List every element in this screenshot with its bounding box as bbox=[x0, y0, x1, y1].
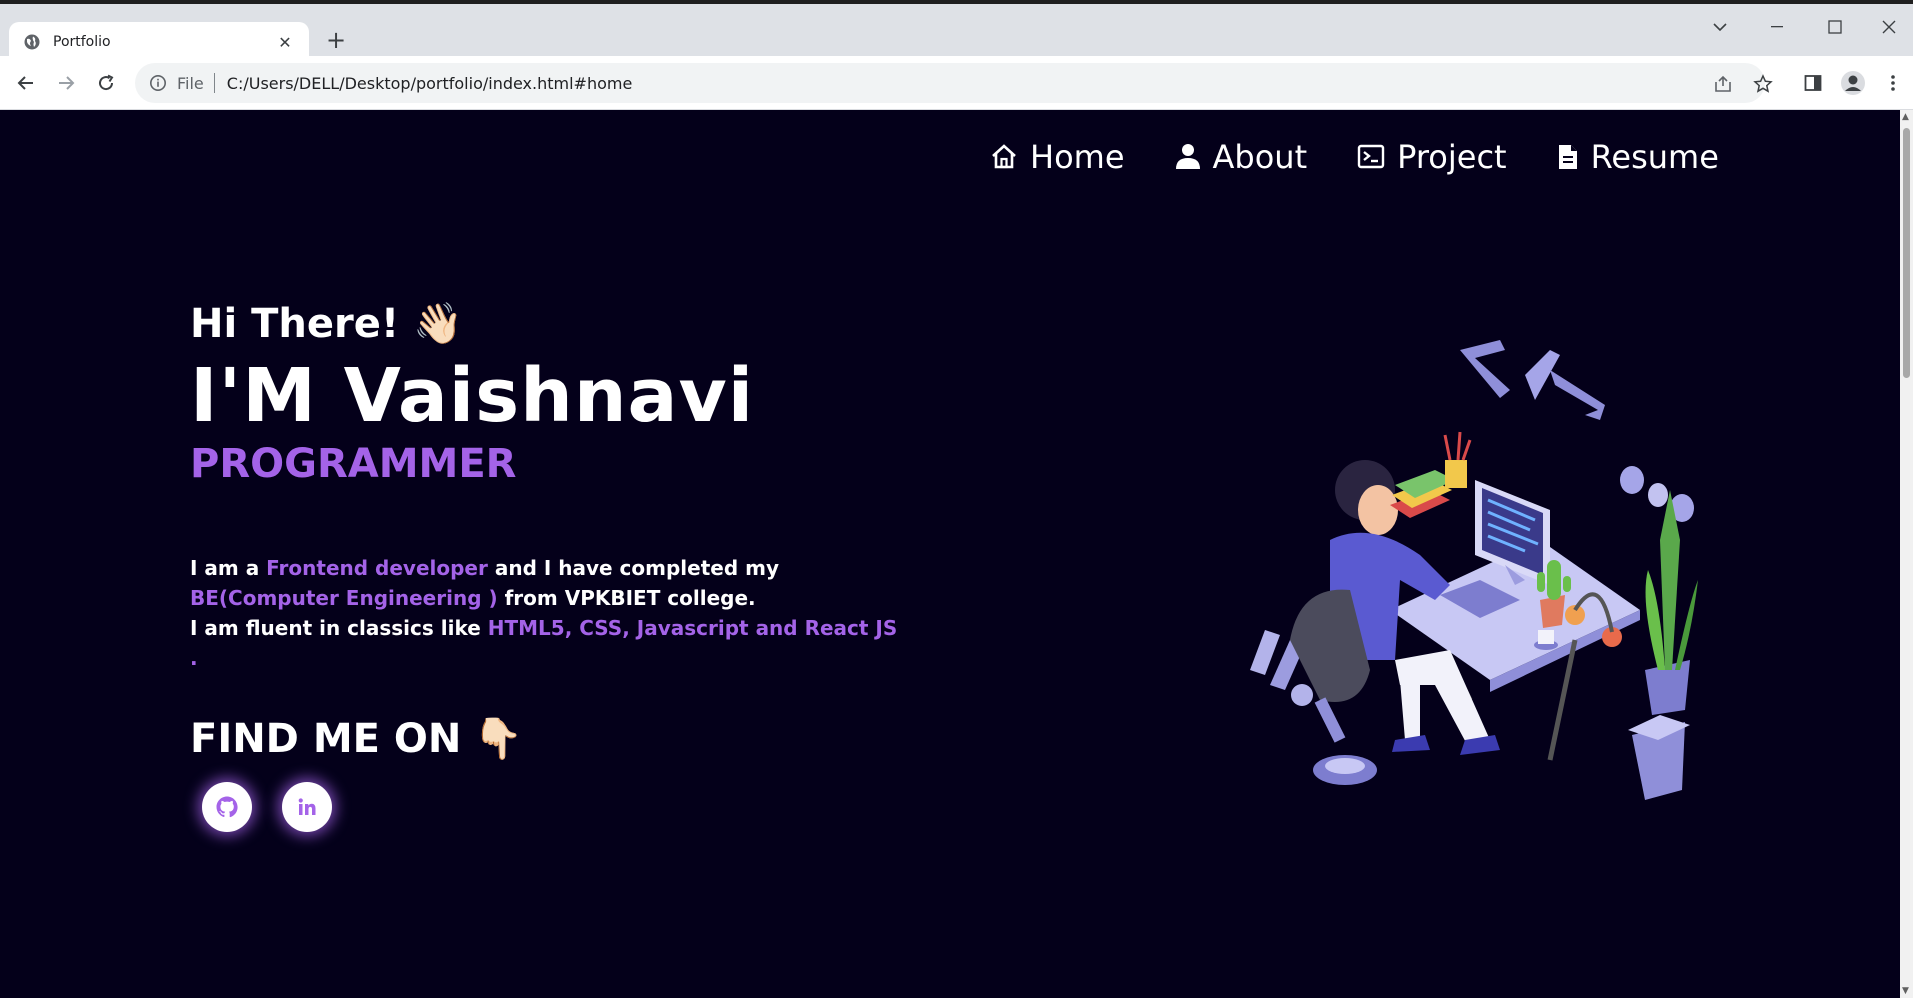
page-scrollbar[interactable]: ▲ ▼ bbox=[1900, 110, 1913, 998]
nav-label-about: About bbox=[1212, 138, 1308, 176]
hero-role: PROGRAMMER bbox=[190, 441, 517, 487]
profile-avatar-icon[interactable] bbox=[1837, 67, 1869, 99]
nav-item-resume[interactable]: Resume bbox=[1557, 138, 1719, 176]
find-me-text: FIND ME ON bbox=[190, 715, 462, 762]
developer-illustration bbox=[1250, 340, 1698, 800]
nav-label-resume: Resume bbox=[1590, 138, 1719, 176]
bio-highlight-degree: BE(Computer Engineering ) bbox=[190, 586, 498, 610]
globe-icon bbox=[24, 34, 40, 50]
hero-section: Hi There! 👋🏻 I'M Vaishnavi PROGRAMMER I … bbox=[190, 300, 910, 832]
linkedin-link[interactable] bbox=[282, 782, 332, 832]
nav-item-about[interactable]: About bbox=[1175, 138, 1308, 176]
code-symbol-icon bbox=[1460, 340, 1605, 420]
nav-label-project: Project bbox=[1397, 138, 1507, 176]
url-separator bbox=[213, 73, 215, 93]
github-icon bbox=[216, 796, 238, 818]
find-me-heading: FIND ME ON 👇🏻 bbox=[190, 715, 910, 763]
scroll-up-icon[interactable]: ▲ bbox=[1902, 112, 1909, 122]
address-bar[interactable]: File C:/Users/DELL/Desktop/portfolio/ind… bbox=[135, 63, 1773, 103]
page-viewport: Home About Project Resume Hi There! 👋🏻 I… bbox=[0, 110, 1900, 998]
pointing-down-icon: 👇🏻 bbox=[473, 716, 524, 762]
nav-item-project[interactable]: Project bbox=[1357, 138, 1507, 176]
browser-toolbar: File C:/Users/DELL/Desktop/portfolio/ind… bbox=[0, 56, 1913, 110]
linkedin-icon bbox=[298, 798, 316, 815]
tab-search-icon[interactable] bbox=[1697, 12, 1743, 42]
social-links bbox=[202, 782, 910, 832]
hero-bio: I am a Frontend developer and I have com… bbox=[190, 553, 910, 673]
hero-name: I'M Vaishnavi bbox=[190, 353, 755, 439]
bio-highlight-frontend: Frontend developer bbox=[266, 556, 488, 580]
url-scheme: File bbox=[177, 73, 204, 93]
tab-title: Portfolio bbox=[53, 34, 111, 50]
nav-item-home[interactable]: Home bbox=[990, 138, 1125, 176]
share-icon[interactable] bbox=[1712, 73, 1734, 95]
back-icon[interactable] bbox=[10, 67, 42, 99]
waving-hand-icon: 👋🏻 bbox=[413, 301, 463, 347]
nav-label-home: Home bbox=[1030, 138, 1125, 176]
greeting-text: Hi There! bbox=[190, 300, 400, 347]
terminal-icon bbox=[1357, 144, 1385, 169]
github-link[interactable] bbox=[202, 782, 252, 832]
url-text[interactable]: C:/Users/DELL/Desktop/portfolio/index.ht… bbox=[227, 74, 633, 93]
more-menu-icon[interactable] bbox=[1877, 67, 1909, 99]
site-nav: Home About Project Resume bbox=[990, 138, 1769, 176]
forward-icon[interactable] bbox=[50, 67, 82, 99]
reload-icon[interactable] bbox=[90, 67, 122, 99]
window-close-icon[interactable] bbox=[1866, 12, 1912, 42]
greeting: Hi There! 👋🏻 bbox=[190, 300, 910, 348]
bio-text-3: from VPKBIET college. bbox=[497, 586, 756, 610]
bio-text-4: I am fluent in classics like bbox=[190, 616, 488, 640]
side-panel-icon[interactable] bbox=[1797, 67, 1829, 99]
info-icon[interactable] bbox=[149, 74, 167, 92]
minimize-icon[interactable] bbox=[1754, 12, 1800, 42]
bookmark-star-icon[interactable] bbox=[1752, 73, 1774, 95]
scrollbar-thumb[interactable] bbox=[1903, 128, 1910, 378]
scroll-down-icon[interactable]: ▼ bbox=[1902, 986, 1909, 996]
bio-text-1: I am a bbox=[190, 556, 267, 580]
maximize-icon[interactable] bbox=[1812, 12, 1858, 42]
tab-close-icon[interactable]: ✕ bbox=[275, 32, 295, 52]
browser-tabstrip: Portfolio ✕ + bbox=[0, 0, 1913, 62]
home-icon bbox=[992, 144, 1016, 169]
bio-text-2: and I have completed my bbox=[487, 556, 780, 580]
user-icon bbox=[1175, 144, 1200, 169]
document-icon bbox=[1558, 145, 1577, 169]
new-tab-button[interactable]: + bbox=[322, 26, 350, 54]
